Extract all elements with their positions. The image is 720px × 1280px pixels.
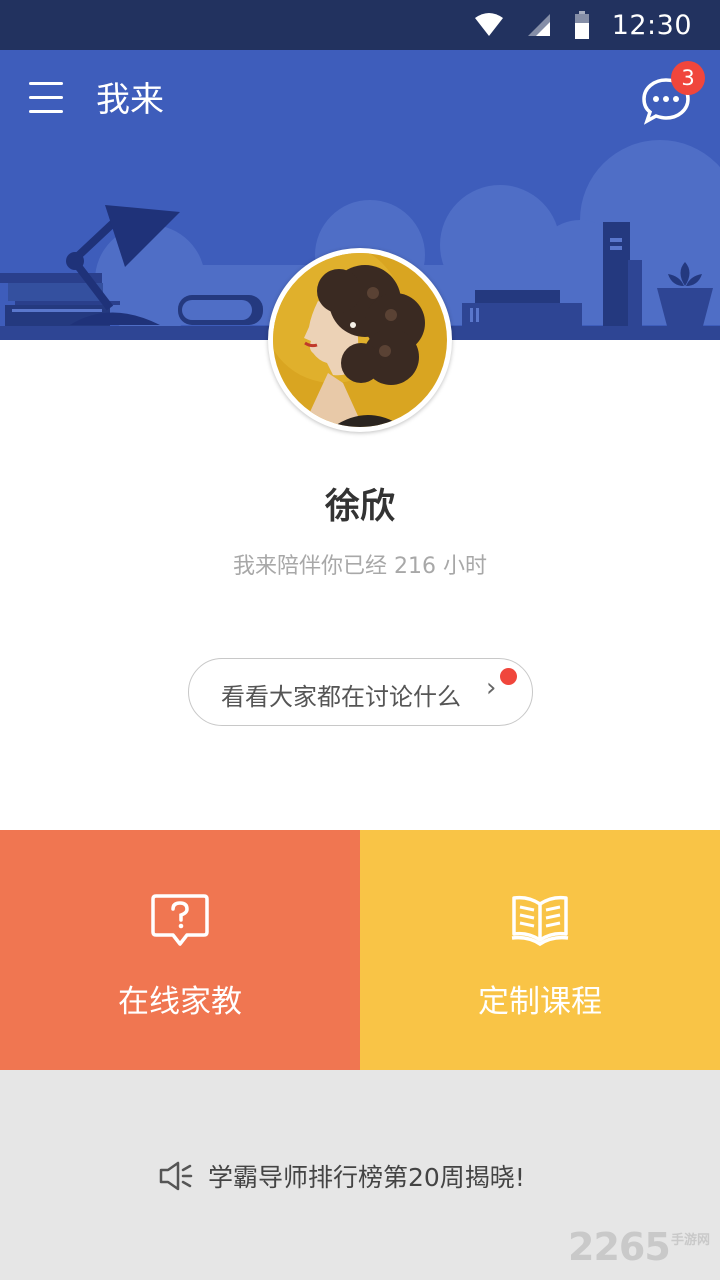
open-book-icon xyxy=(511,895,569,947)
question-bubble-icon xyxy=(151,894,209,946)
menu-button[interactable] xyxy=(26,78,66,118)
message-count-badge: 3 xyxy=(671,61,705,95)
watermark-number: 2265 xyxy=(568,1225,671,1269)
online-tutor-tile[interactable]: 在线家教 xyxy=(0,830,360,1070)
discussion-button-label: 看看大家都在讨论什么 xyxy=(221,683,461,711)
discussion-button[interactable]: 看看大家都在讨论什么 › xyxy=(188,658,533,726)
watermark-sub: 手游网 xyxy=(671,1233,711,1248)
companion-hours-text: 我来陪伴你已经 216 小时 xyxy=(233,554,487,579)
battery-icon xyxy=(574,11,589,39)
status-bar: 12:30 xyxy=(0,0,720,50)
new-indicator-dot xyxy=(500,668,517,685)
chevron-right-icon: › xyxy=(486,673,497,703)
ranking-notice-text: 学霸导师排行榜第20周揭晓! xyxy=(208,1163,525,1192)
page-title: 我来 xyxy=(96,80,164,120)
site-watermark: 2265 手游网 xyxy=(568,1225,718,1273)
speaker-icon xyxy=(159,1161,193,1191)
status-icons: 12:30 xyxy=(474,0,692,50)
user-name: 徐欣 xyxy=(324,487,395,527)
status-time: 12:30 xyxy=(611,9,692,41)
custom-course-tile[interactable]: 定制课程 xyxy=(360,830,720,1070)
footer-notice-area: 学霸导师排行榜第20周揭晓! 2265 手游网 xyxy=(0,1070,720,1280)
avatar-portrait xyxy=(273,253,447,427)
wifi-icon xyxy=(474,13,503,36)
menu-icon xyxy=(29,82,63,85)
online-tutor-label: 在线家教 xyxy=(118,984,242,1020)
app-bar: 我来 xyxy=(0,50,720,146)
ranking-notice[interactable]: 学霸导师排行榜第20周揭晓! xyxy=(158,1156,525,1196)
custom-course-label: 定制课程 xyxy=(478,984,602,1020)
avatar[interactable] xyxy=(268,248,452,432)
signal-icon xyxy=(527,14,550,36)
